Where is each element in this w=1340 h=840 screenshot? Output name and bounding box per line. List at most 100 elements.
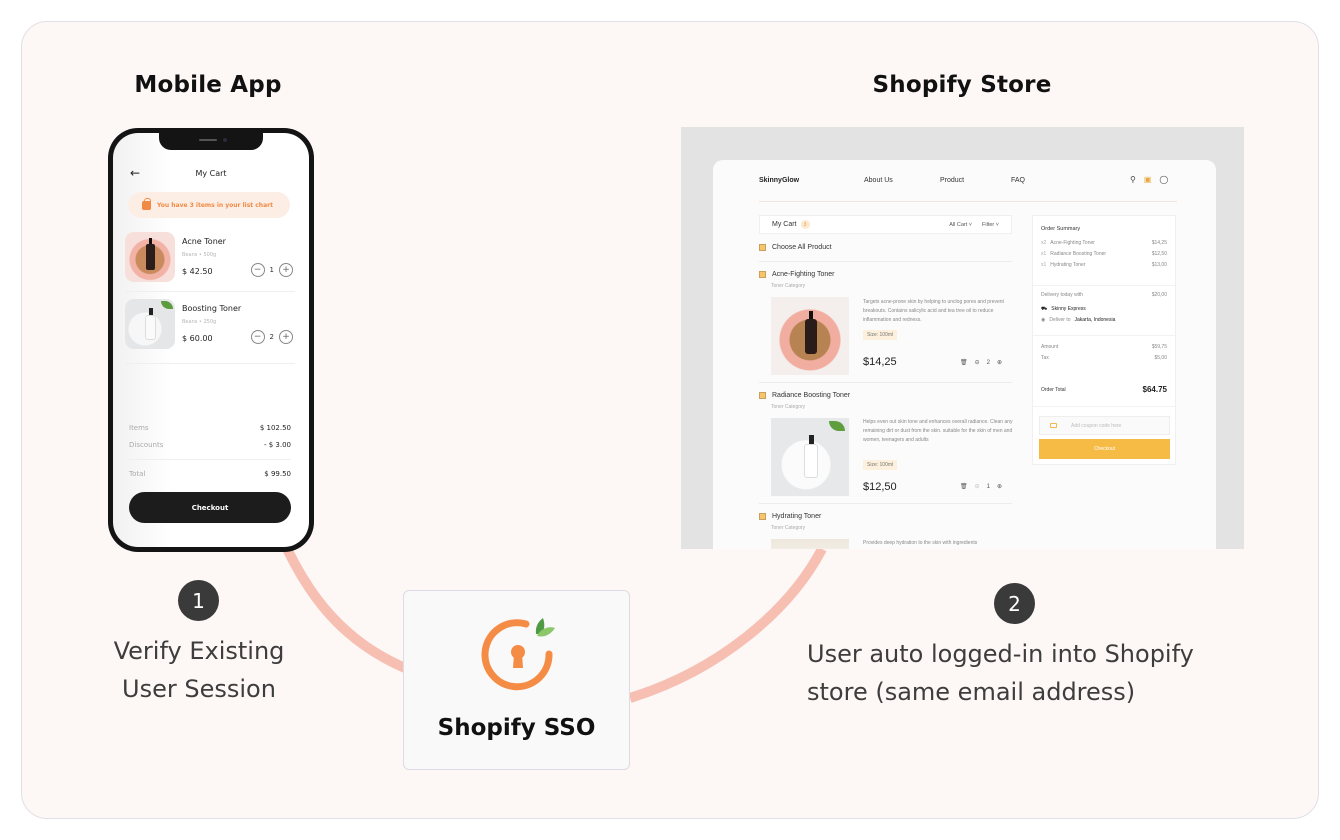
divider	[759, 261, 1012, 262]
shopify-sso-box: Shopify SSO	[403, 590, 630, 770]
minus-button[interactable]: ⊝	[975, 359, 980, 366]
quantity-value: 1	[269, 266, 274, 274]
minus-button[interactable]: −	[250, 330, 265, 344]
sso-keyhole-logo-icon	[481, 618, 555, 691]
trash-icon[interactable]: 🗑	[960, 483, 968, 490]
product-image	[771, 539, 849, 549]
search-icon[interactable]: ⚲	[1130, 175, 1136, 184]
product-size-tag: Size: 100ml	[863, 330, 898, 340]
summary-label: Total	[129, 470, 146, 478]
summary-value: - $ 3.00	[263, 441, 291, 449]
cart-bar: My Cart 3 All Cart ˅ Filter ˅	[759, 215, 1012, 234]
cart-title: My Cart	[772, 221, 797, 228]
minus-button[interactable]: −	[250, 263, 265, 277]
quantity-stepper: 🗑 ⊝ 2 ⊕	[960, 359, 1002, 367]
trash-icon[interactable]: 🗑	[960, 359, 968, 366]
store-logo[interactable]: SkinnyGlow	[759, 177, 799, 184]
delivery-label: Delivery today with	[1041, 292, 1083, 298]
divider	[1033, 335, 1175, 336]
line-price: $12,50	[1151, 251, 1167, 257]
product-price: $14,25	[863, 356, 897, 368]
product-checkbox[interactable]	[759, 392, 766, 399]
line-price: $14,25	[1151, 240, 1167, 246]
divider	[1033, 285, 1175, 286]
divider	[759, 382, 1012, 383]
line-name: Acne-Fighting Toner	[1050, 240, 1095, 246]
summary-items-row: Items $ 102.50	[129, 424, 291, 432]
cart-info-banner: You have 3 items in your list chart	[128, 192, 290, 218]
product-category: Toner Category	[771, 283, 806, 289]
summary-total-row: Total $ 99.50	[129, 470, 291, 478]
delivery-price: $20,00	[1151, 292, 1167, 298]
order-total-value: $64.75	[1142, 385, 1167, 394]
product-name: Boosting Toner	[182, 304, 242, 313]
filter-dropdown[interactable]: Filter ˅	[982, 222, 999, 228]
nav-about-us[interactable]: About Us	[864, 177, 893, 184]
all-cart-dropdown[interactable]: All Cart ˅	[949, 222, 972, 228]
step-2-description: User auto logged-in into Shopify store (…	[807, 635, 1247, 711]
summary-line: x1 Radiance Boosting Toner $12,50	[1041, 251, 1167, 257]
mobile-app-title: Mobile App	[134, 72, 282, 98]
header-divider	[759, 201, 1177, 202]
tax-row: Tax $5,00	[1041, 355, 1167, 361]
product-price: $ 60.00	[182, 334, 213, 343]
sso-label: Shopify SSO	[437, 715, 596, 741]
courier-row: ⛟ Skinny Express	[1041, 306, 1167, 313]
line-name: Radiance Boosting Toner	[1050, 251, 1107, 257]
step-1-description: Verify Existing User Session	[88, 632, 310, 708]
divider	[125, 363, 295, 364]
product-image	[125, 232, 175, 282]
ticket-icon	[1050, 423, 1057, 428]
minus-button[interactable]: ⊝	[975, 483, 980, 490]
product-description: Provides deep hydration to the skin with…	[863, 540, 978, 546]
line-qty: x1	[1041, 262, 1047, 268]
line-name: Hydrating Toner	[1050, 262, 1086, 268]
product-title-row: Hydrating Toner	[759, 513, 821, 520]
store-checkout-button[interactable]: Checkout	[1039, 439, 1170, 459]
plus-button[interactable]: ⊕	[997, 359, 1002, 366]
nav-faq[interactable]: FAQ	[1011, 177, 1025, 184]
quantity-value: 2	[269, 333, 274, 341]
product-title-row: Radiance Boosting Toner	[759, 392, 850, 399]
plus-button[interactable]: ⊕	[997, 483, 1002, 490]
bag-icon[interactable]: ▣	[1144, 175, 1152, 184]
keyhole-stem	[513, 654, 523, 668]
quantity-stepper: − 1 +	[250, 263, 293, 277]
quantity-stepper: − 2 +	[250, 330, 293, 344]
product-description: Helps even out skin tone and enhances ov…	[863, 419, 1013, 443]
line-qty: x2	[1041, 240, 1047, 246]
plus-button[interactable]: +	[279, 330, 293, 344]
order-summary-title: Order Summary	[1041, 226, 1081, 232]
user-icon[interactable]: ◯	[1159, 175, 1168, 184]
step-1-line-1: Verify Existing	[113, 637, 285, 665]
product-image	[771, 297, 849, 375]
product-checkbox[interactable]	[759, 513, 766, 520]
deliver-to-prefix: Deliver to	[1049, 317, 1071, 323]
product-checkbox[interactable]	[759, 271, 766, 278]
summary-line: x1 Hydrating Toner $13,00	[1041, 262, 1167, 268]
checkout-button[interactable]: Checkout	[129, 492, 291, 523]
product-description: Targets acne-prone skin by helping to un…	[863, 299, 1004, 323]
plus-button[interactable]: +	[279, 263, 293, 277]
summary-label: Discounts	[129, 441, 164, 449]
summary-value: $ 99.50	[264, 470, 291, 478]
phone-mockup: ← My Cart You have 3 items in your list …	[108, 128, 314, 552]
summary-value: $ 102.50	[259, 424, 291, 432]
header-icons: ⚲ ▣ ◯	[1130, 175, 1168, 184]
product-name: Acne Toner	[182, 237, 226, 246]
order-summary-panel: Order Summary x2 Acne-Fighting Toner $14,…	[1032, 215, 1176, 465]
order-total-row: Order Total $64.75	[1041, 385, 1167, 394]
amount-row: Amount $59,75	[1041, 344, 1167, 350]
product-image	[771, 418, 849, 496]
tax-value: $5,00	[1154, 355, 1167, 361]
step-badge-2: 2	[994, 583, 1035, 624]
quantity-value: 1	[986, 483, 990, 490]
choose-all-checkbox[interactable]	[759, 244, 766, 251]
nav-product[interactable]: Product	[940, 177, 964, 184]
amount-label: Amount	[1041, 344, 1059, 350]
coupon-placeholder: Add coupon code here	[1071, 422, 1122, 429]
product-name: Radiance Boosting Toner	[772, 392, 851, 399]
phone-screen: ← My Cart You have 3 items in your list …	[113, 133, 309, 547]
coupon-input[interactable]: Add coupon code here	[1039, 416, 1170, 435]
product-image	[125, 299, 175, 349]
